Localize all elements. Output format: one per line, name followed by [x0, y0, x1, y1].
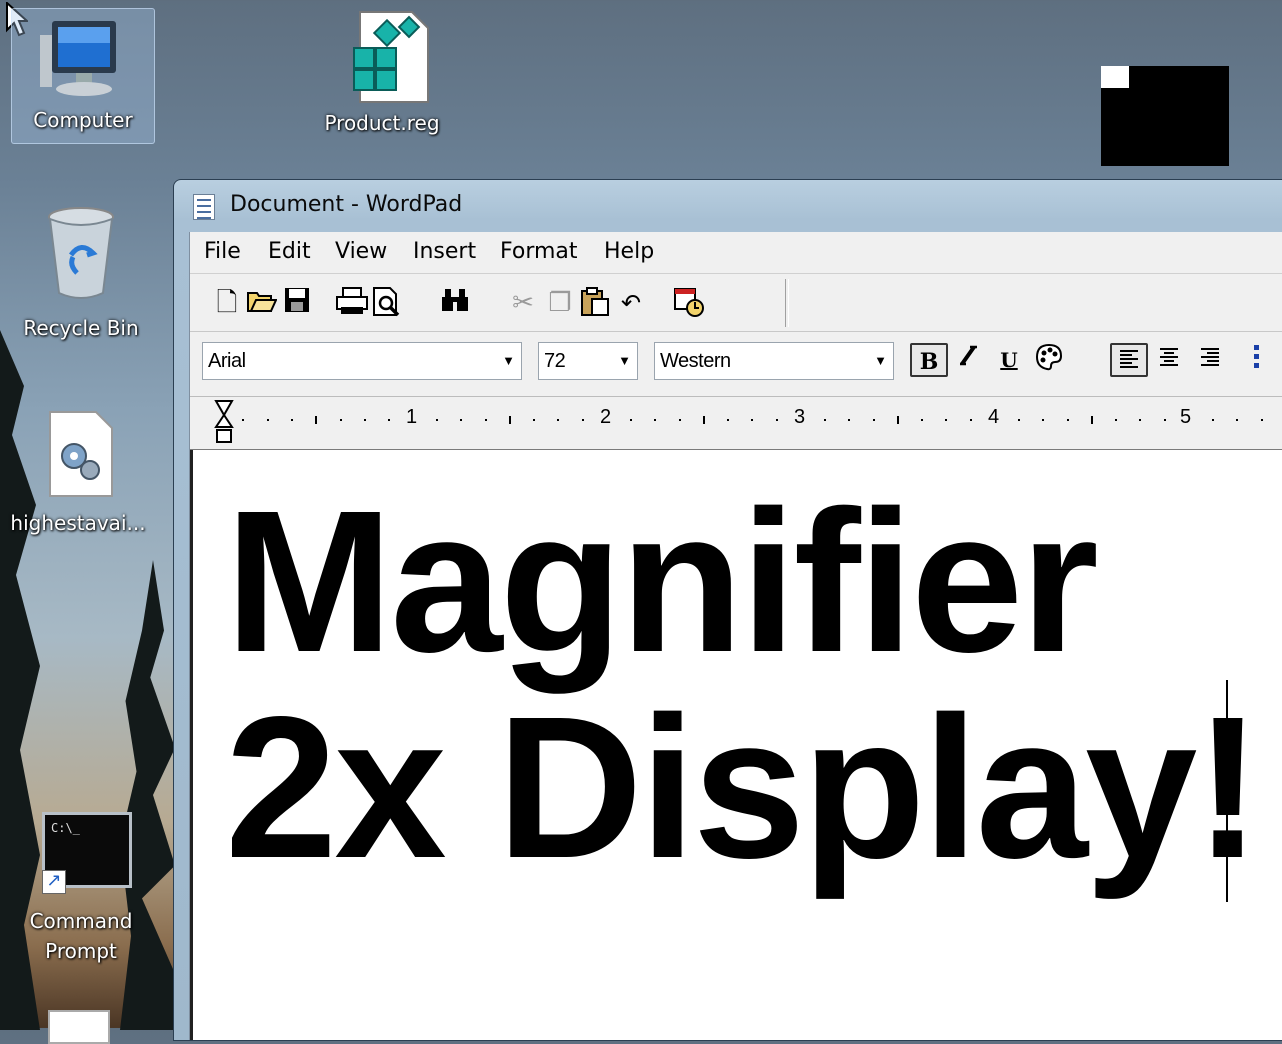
ruler-number: 3	[794, 406, 806, 428]
chevron-down-icon[interactable]: ▼	[502, 343, 515, 379]
wordpad-client-area: File Edit View Insert Format Help 🗋 ✂ ❐ …	[189, 232, 1282, 1040]
print-preview-icon[interactable]	[370, 287, 404, 319]
desktop-icon-label: Recycle Bin	[23, 316, 139, 340]
title-bar[interactable]: Document - WordPad	[174, 180, 1282, 232]
menu-format[interactable]: Format	[500, 239, 578, 264]
desktop-icon-label: highestavai...	[10, 511, 146, 535]
ruler-number: 4	[988, 406, 1000, 428]
desktop-icon-recycle-bin[interactable]: Recycle Bin	[11, 205, 151, 343]
standard-toolbar: 🗋 ✂ ❐ ↶	[190, 275, 1282, 332]
shortcut-arrow-icon: ↗	[42, 870, 66, 894]
ruler-number: 2	[600, 406, 612, 428]
underline-button[interactable]: U	[990, 343, 1028, 377]
font-script-combo[interactable]: Western ▼	[654, 342, 894, 380]
copy-icon[interactable]: ❐	[543, 287, 577, 319]
menu-edit[interactable]: Edit	[268, 239, 311, 264]
font-name-value: Arial	[208, 350, 246, 372]
font-size-value: 72	[544, 350, 566, 372]
paste-icon[interactable]	[578, 287, 612, 319]
new-icon[interactable]: 🗋	[210, 287, 244, 319]
wordpad-window[interactable]: Document - WordPad File Edit View Insert…	[173, 179, 1282, 1041]
recycle-bin-icon	[48, 207, 114, 299]
desktop-icon-label: Command	[29, 909, 133, 933]
document-text-line: Magnifier	[225, 468, 1099, 694]
ruler-number: 1	[406, 406, 418, 428]
computer-icon	[40, 21, 116, 96]
ruler[interactable]: 1 2 3 4 5	[190, 396, 1282, 450]
chevron-down-icon[interactable]: ▼	[618, 343, 631, 379]
document-text-line: 2x Display!	[225, 674, 1262, 900]
wordpad-document-icon	[193, 194, 215, 220]
save-icon[interactable]	[280, 287, 314, 319]
bullets-icon[interactable]	[1252, 343, 1272, 377]
format-bar: Arial ▼ 72 ▼ Western ▼ B U	[190, 332, 1282, 388]
color-palette-icon[interactable]	[1030, 343, 1068, 377]
bold-button[interactable]: B	[910, 343, 948, 377]
open-icon[interactable]	[245, 287, 279, 319]
ruler-number: 5	[1180, 406, 1192, 428]
menu-view[interactable]: View	[335, 239, 387, 264]
registry-file-icon	[353, 11, 429, 103]
desktop-icon-label: Product.reg	[324, 111, 440, 135]
command-prompt-icon: C:\_ ↗	[36, 812, 132, 894]
desktop-icon-label: Computer	[33, 108, 133, 132]
chevron-down-icon[interactable]: ▼	[874, 343, 887, 379]
settings-file-icon	[49, 411, 113, 497]
window-title: Document - WordPad	[230, 192, 463, 217]
italic-icon[interactable]	[949, 343, 987, 377]
menu-help[interactable]: Help	[604, 239, 654, 264]
cut-icon[interactable]: ✂	[506, 287, 540, 319]
menu-file[interactable]: File	[204, 239, 241, 264]
find-icon[interactable]	[438, 287, 472, 319]
ruler-ticks	[214, 400, 1263, 443]
undo-icon[interactable]: ↶	[614, 287, 648, 319]
font-size-combo[interactable]: 72 ▼	[538, 342, 638, 380]
desktop-icon-product-reg[interactable]: Product.reg	[312, 8, 452, 138]
desktop-icon-highestavai[interactable]: highestavai...	[10, 408, 151, 538]
desktop-icon-command-prompt[interactable]: C:\_ ↗ Command Prompt	[11, 812, 151, 966]
magnifier-overlay-box	[1101, 66, 1229, 166]
console-text: C:\_	[51, 821, 80, 835]
partial-file-icon	[48, 1010, 110, 1044]
align-right-icon[interactable]	[1191, 343, 1229, 377]
desktop-icon-label: Prompt	[45, 939, 117, 963]
menu-bar: File Edit View Insert Format Help	[190, 232, 1282, 274]
font-name-combo[interactable]: Arial ▼	[202, 342, 522, 380]
date-time-icon[interactable]	[672, 287, 706, 319]
text-caret	[1226, 680, 1228, 902]
menu-insert[interactable]: Insert	[413, 239, 476, 264]
toolbar-separator	[785, 279, 789, 327]
print-icon[interactable]	[335, 287, 369, 319]
document-area[interactable]: Magnifier 2x Display!	[190, 450, 1282, 1040]
align-left-icon[interactable]	[1110, 343, 1148, 377]
font-script-value: Western	[660, 350, 731, 372]
align-center-icon[interactable]	[1150, 343, 1188, 377]
desktop-icon-computer[interactable]: Computer	[11, 8, 155, 144]
